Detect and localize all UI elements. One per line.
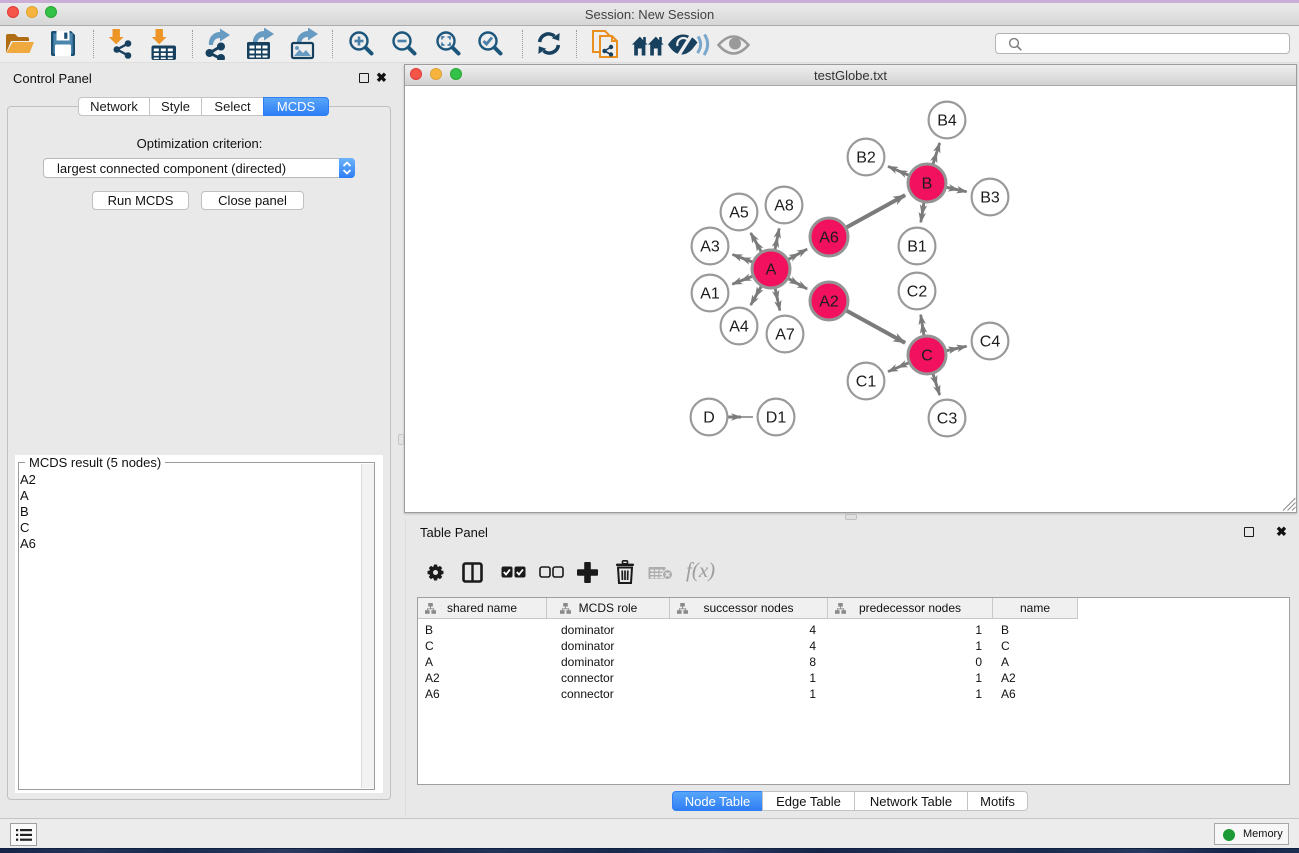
- svg-text:B: B: [922, 176, 933, 193]
- svg-text:D: D: [703, 410, 715, 427]
- svg-text:C2: C2: [907, 284, 928, 301]
- svg-text:A2: A2: [819, 294, 839, 311]
- svg-text:A5: A5: [729, 205, 749, 222]
- svg-text:A8: A8: [774, 198, 794, 215]
- svg-text:C3: C3: [937, 411, 958, 428]
- svg-text:C: C: [921, 348, 933, 365]
- svg-text:C1: C1: [856, 374, 877, 391]
- svg-text:A6: A6: [819, 230, 839, 247]
- svg-text:B1: B1: [907, 239, 927, 256]
- svg-text:A1: A1: [700, 286, 720, 303]
- svg-text:A3: A3: [700, 239, 720, 256]
- svg-text:D1: D1: [766, 410, 787, 427]
- svg-text:B4: B4: [937, 113, 957, 130]
- svg-text:B2: B2: [856, 150, 876, 167]
- svg-text:A: A: [766, 262, 777, 279]
- svg-text:A7: A7: [775, 327, 795, 344]
- svg-text:C4: C4: [980, 334, 1001, 351]
- svg-text:A4: A4: [729, 319, 749, 336]
- svg-text:B3: B3: [980, 190, 1000, 207]
